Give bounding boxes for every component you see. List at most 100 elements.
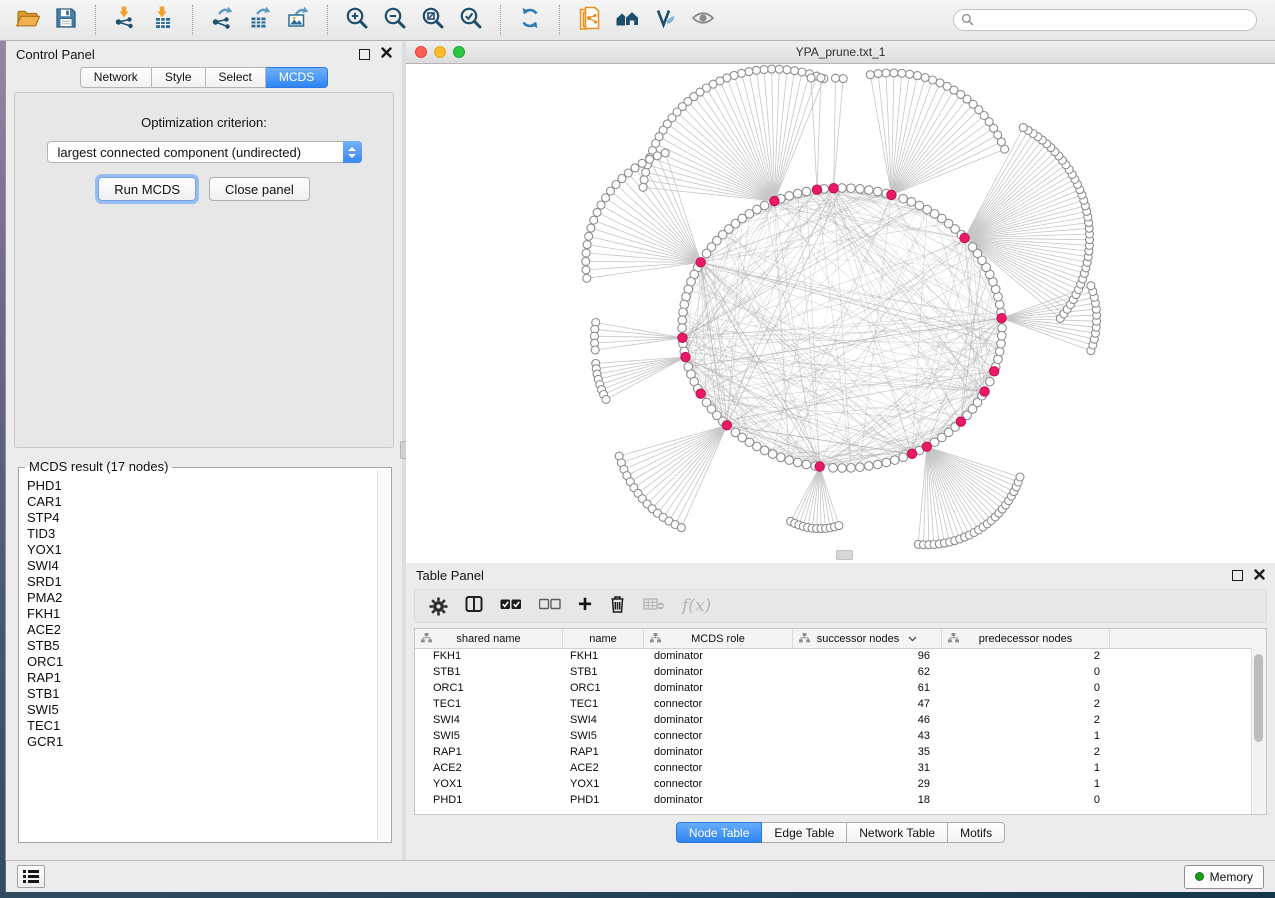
mcds-result-item[interactable]: PMA2 bbox=[20, 590, 377, 606]
float-panel-icon[interactable] bbox=[1232, 570, 1243, 581]
toolbar-search bbox=[953, 9, 1257, 31]
window-minimize-icon[interactable] bbox=[434, 46, 446, 58]
zoom-selected-icon bbox=[458, 5, 484, 36]
vizmapper-button[interactable] bbox=[647, 3, 683, 37]
mcds-result-item[interactable]: STB5 bbox=[20, 638, 377, 654]
table-scrollbar[interactable] bbox=[1251, 648, 1266, 814]
mcds-result-item[interactable]: ORC1 bbox=[20, 654, 377, 670]
search-input[interactable] bbox=[953, 9, 1257, 31]
export-network-button[interactable] bbox=[204, 3, 240, 37]
gear-icon[interactable] bbox=[429, 597, 448, 616]
zoom-selected-button[interactable] bbox=[453, 3, 489, 37]
close-panel-icon[interactable] bbox=[381, 45, 392, 63]
mcds-result-item[interactable]: STP4 bbox=[20, 510, 377, 526]
table-row[interactable]: PHD1PHD1dominator180 bbox=[415, 792, 1252, 808]
mcds-result-item[interactable]: RAP1 bbox=[20, 670, 377, 686]
select-all-icon[interactable] bbox=[500, 597, 522, 615]
hide-details-button[interactable] bbox=[685, 3, 721, 37]
criterion-dropdown[interactable]: largest connected component (undirected) bbox=[47, 141, 362, 163]
column-header-successor-nodes[interactable]: successor nodes bbox=[793, 629, 942, 648]
export-image-button[interactable] bbox=[280, 3, 316, 37]
tab-network[interactable]: Network bbox=[80, 67, 152, 88]
columns-icon[interactable] bbox=[465, 595, 483, 618]
table-cell: 47 bbox=[793, 698, 942, 710]
table-row[interactable]: SWI4SWI4dominator462 bbox=[415, 712, 1252, 728]
memory-button[interactable]: Memory bbox=[1184, 865, 1264, 889]
mcds-result-item[interactable]: ACE2 bbox=[20, 622, 377, 638]
mcds-result-item[interactable]: FKH1 bbox=[20, 606, 377, 622]
table-cell: 1 bbox=[942, 778, 1110, 790]
table-row[interactable]: ACE2ACE2connector311 bbox=[415, 760, 1252, 776]
delete-table-icon bbox=[643, 597, 665, 616]
network-canvas[interactable] bbox=[406, 64, 1275, 563]
column-header-predecessor-nodes[interactable]: predecessor nodes bbox=[942, 629, 1110, 648]
table-row[interactable]: YOX1YOX1connector291 bbox=[415, 776, 1252, 792]
mcds-result-list[interactable]: PHD1CAR1STP4TID3YOX1SWI4SRD1PMA2FKH1ACE2… bbox=[20, 478, 377, 841]
mcds-result-item[interactable]: SRD1 bbox=[20, 574, 377, 590]
close-panel-button[interactable]: Close panel bbox=[209, 177, 310, 201]
table-row[interactable]: ORC1ORC1dominator610 bbox=[415, 680, 1252, 696]
network-from-file-button[interactable] bbox=[571, 3, 607, 37]
table-row[interactable]: RAP1RAP1dominator352 bbox=[415, 744, 1252, 760]
table-cell: 18 bbox=[793, 794, 942, 806]
mcds-result-item[interactable]: TID3 bbox=[20, 526, 377, 542]
column-header-shared-name[interactable]: shared name bbox=[415, 629, 563, 648]
table-cell: 62 bbox=[793, 666, 942, 678]
first-neighbors-button[interactable] bbox=[609, 3, 645, 37]
mcds-result-item[interactable]: SWI4 bbox=[20, 558, 377, 574]
tab-select[interactable]: Select bbox=[206, 67, 266, 88]
toolbar-separator bbox=[500, 5, 501, 35]
delete-column-icon[interactable] bbox=[609, 594, 626, 618]
tab-node-table[interactable]: Node Table bbox=[676, 822, 763, 843]
vizmapper-icon bbox=[652, 5, 678, 36]
mcds-result-item[interactable]: SWI5 bbox=[20, 702, 377, 718]
tab-edge-table[interactable]: Edge Table bbox=[762, 822, 847, 843]
table-row[interactable]: FKH1FKH1dominator962 bbox=[415, 648, 1252, 664]
import-table-button[interactable] bbox=[145, 3, 181, 37]
save-button[interactable] bbox=[48, 3, 84, 37]
close-panel-icon[interactable] bbox=[1254, 567, 1265, 585]
open-button[interactable] bbox=[10, 3, 46, 37]
table-row[interactable]: SWI5SWI5connector431 bbox=[415, 728, 1252, 744]
table-cell: STB1 bbox=[415, 666, 563, 678]
tab-mcds[interactable]: MCDS bbox=[266, 67, 328, 88]
mcds-result-item[interactable]: CAR1 bbox=[20, 494, 377, 510]
toolbar-separator bbox=[559, 5, 560, 35]
table-cell: STB1 bbox=[563, 666, 644, 678]
float-panel-icon[interactable] bbox=[359, 49, 370, 60]
zoom-fit-button[interactable] bbox=[415, 3, 451, 37]
table-splitter-grip[interactable] bbox=[836, 550, 853, 560]
table-row[interactable]: TEC1TEC1connector472 bbox=[415, 696, 1252, 712]
tab-network-table[interactable]: Network Table bbox=[847, 822, 948, 843]
mcds-result-group-title: MCDS result (17 nodes) bbox=[25, 459, 172, 474]
column-header-name[interactable]: name bbox=[563, 629, 644, 648]
tab-motifs[interactable]: Motifs bbox=[948, 822, 1005, 843]
mcds-result-scrollbar[interactable] bbox=[377, 469, 390, 841]
table-cell: PHD1 bbox=[415, 794, 563, 806]
table-cell: dominator bbox=[644, 746, 793, 758]
column-header-mcds-role[interactable]: MCDS role bbox=[644, 629, 793, 648]
run-mcds-button[interactable]: Run MCDS bbox=[98, 177, 196, 201]
zoom-in-button[interactable] bbox=[339, 3, 375, 37]
mcds-result-item[interactable]: YOX1 bbox=[20, 542, 377, 558]
mcds-result-item[interactable]: GCR1 bbox=[20, 734, 377, 750]
mcds-result-item[interactable]: TEC1 bbox=[20, 718, 377, 734]
table-row[interactable]: STB1STB1dominator620 bbox=[415, 664, 1252, 680]
tab-style[interactable]: Style bbox=[152, 67, 206, 88]
export-table-button[interactable] bbox=[242, 3, 278, 37]
show-tasks-button[interactable] bbox=[17, 865, 45, 888]
add-column-icon[interactable]: + bbox=[578, 595, 592, 615]
apply-layout-button[interactable] bbox=[512, 3, 548, 37]
mcds-result-item[interactable]: PHD1 bbox=[20, 478, 377, 494]
table-scrollbar-thumb[interactable] bbox=[1254, 654, 1263, 742]
deselect-all-icon[interactable] bbox=[539, 597, 561, 615]
import-network-button[interactable] bbox=[107, 3, 143, 37]
dropdown-stepper-icon bbox=[343, 141, 362, 163]
save-icon bbox=[53, 5, 79, 36]
table-cell: 35 bbox=[793, 746, 942, 758]
sort-descending-icon bbox=[908, 636, 917, 642]
window-close-icon[interactable] bbox=[415, 46, 427, 58]
zoom-out-button[interactable] bbox=[377, 3, 413, 37]
mcds-result-item[interactable]: STB1 bbox=[20, 686, 377, 702]
window-zoom-icon[interactable] bbox=[453, 46, 465, 58]
